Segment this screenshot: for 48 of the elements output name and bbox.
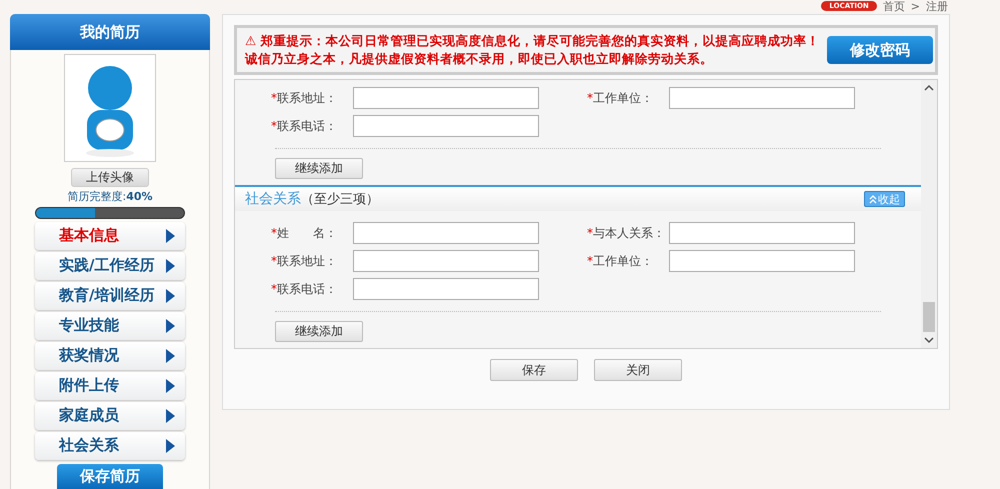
triangle-right-icon — [166, 408, 175, 423]
change-password-button[interactable]: 修改密码 — [827, 36, 933, 64]
input-field[interactable] — [353, 87, 539, 109]
notice-text: ⚠ 郑重提示：本公司日常管理已实现高度信息化，请尽可能完善您的真实资料，以提高应聘成功率！ 诚信乃立身之本，凡提供虚假资料者概不录用，即使已入职也立即解除劳动关系。 — [245, 32, 820, 68]
field-label: *联系电话： — [271, 118, 338, 134]
input-field[interactable] — [669, 87, 855, 109]
section-title: 社会关系 — [245, 190, 301, 208]
input-field[interactable] — [669, 222, 855, 244]
breadcrumb-link[interactable]: 首页 — [882, 0, 905, 14]
triangle-right-icon — [166, 378, 175, 393]
save-resume-button[interactable]: 保存简历 — [57, 464, 163, 489]
add-more-button[interactable]: 继续添加 — [275, 321, 363, 342]
triangle-right-icon — [166, 228, 175, 243]
completeness-text: 简历完整度:40% — [67, 189, 153, 204]
footer-button[interactable]: 关闭 — [594, 359, 682, 381]
chevrons-up-icon — [869, 194, 877, 204]
sidebar-item[interactable]: 专业技能 — [35, 312, 185, 340]
input-field[interactable] — [353, 222, 539, 244]
field-label: *工作单位： — [587, 252, 654, 270]
triangle-right-icon — [166, 348, 175, 363]
sidebar-item[interactable]: 基本信息 — [35, 222, 185, 250]
sidebar-item[interactable]: 教育/培训经历 — [35, 282, 185, 310]
triangle-right-icon — [166, 258, 175, 273]
triangle-right-icon — [166, 438, 175, 453]
triangle-right-icon — [166, 288, 175, 303]
section-subtitle: （至少三项） — [301, 191, 379, 208]
field-label: *与本人关系： — [587, 224, 666, 242]
input-field[interactable] — [353, 250, 539, 272]
input-field[interactable] — [353, 115, 539, 137]
breadcrumb-link[interactable]: 注册 — [926, 0, 948, 14]
breadcrumb-separator: > — [910, 0, 920, 12]
field-label: *工作单位： — [587, 90, 654, 106]
sidebar-item[interactable]: 家庭成员 — [35, 402, 185, 430]
sidebar-item[interactable]: 实践/工作经历 — [35, 252, 185, 280]
input-field[interactable] — [353, 278, 539, 300]
sidebar-title: 我的简历 — [10, 14, 210, 50]
field-label: *联系电话： — [271, 280, 338, 298]
sidebar-item[interactable]: 获奖情况 — [35, 342, 185, 370]
footer-button[interactable]: 保存 — [490, 359, 578, 381]
sidebar-item[interactable]: 附件上传 — [35, 372, 185, 400]
triangle-right-icon — [166, 318, 175, 333]
upload-avatar-button[interactable]: 上传头像 — [71, 168, 149, 188]
field-label: *姓 名： — [271, 224, 338, 242]
input-field[interactable] — [669, 250, 855, 272]
field-label: *联系地址： — [271, 90, 338, 106]
field-label: *联系地址： — [271, 252, 338, 270]
sidebar-item[interactable]: 社会关系 — [35, 432, 185, 460]
add-more-button[interactable]: 继续添加 — [275, 158, 363, 179]
